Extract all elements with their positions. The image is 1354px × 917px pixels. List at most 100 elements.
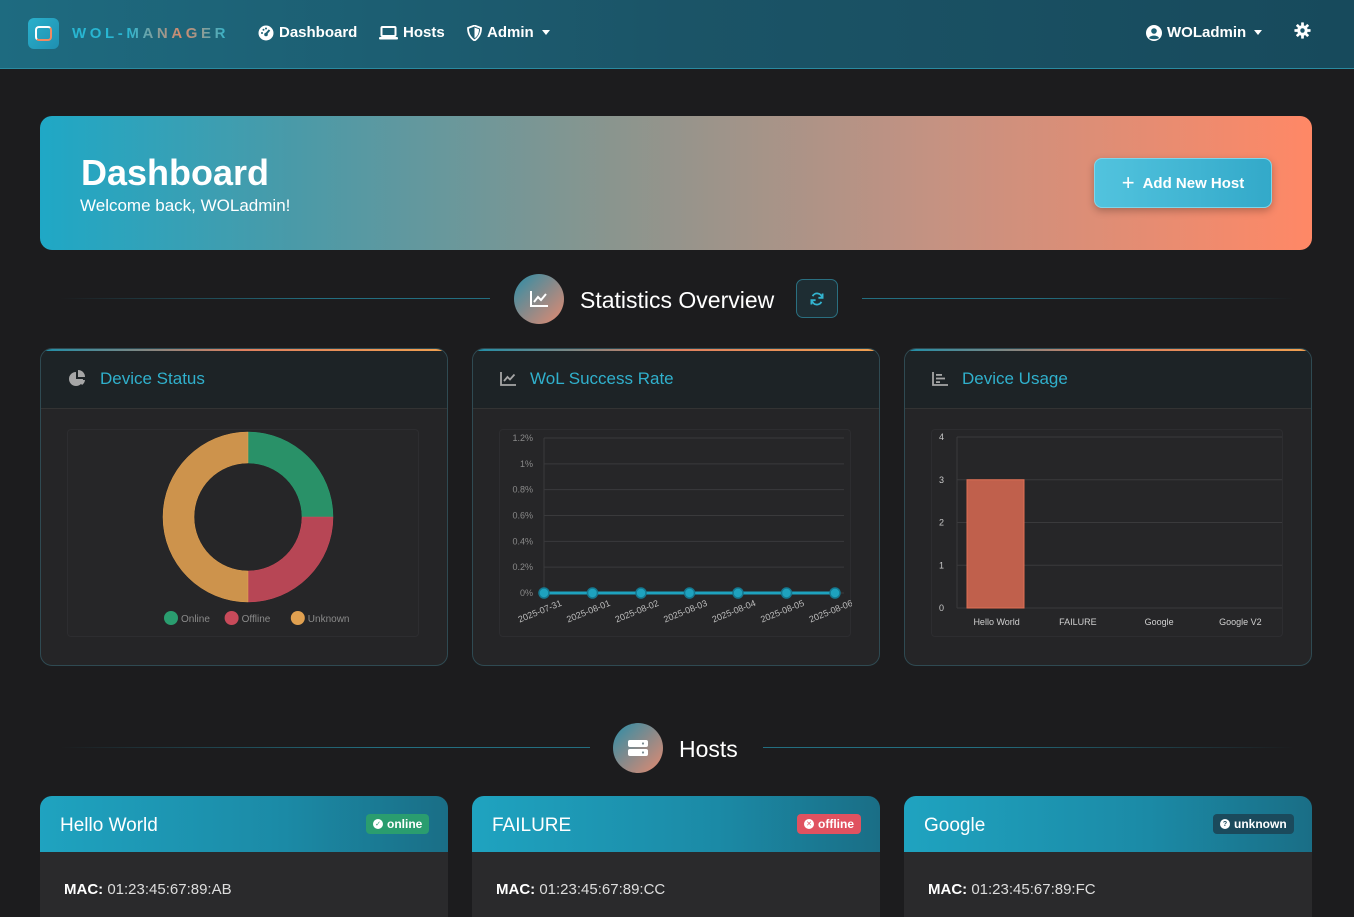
data-point bbox=[538, 587, 550, 599]
bar-chart-icon bbox=[932, 372, 948, 386]
device-usage-title: Device Usage bbox=[962, 368, 1068, 388]
section-divider bbox=[763, 747, 1294, 748]
gear-icon bbox=[1294, 22, 1311, 39]
dashboard-hero: Dashboard Welcome back, WOLadmin! + Add … bbox=[40, 116, 1312, 250]
mac-value: 01:23:45:67:89:AB bbox=[107, 881, 232, 898]
status-badge: ? unknown bbox=[1213, 814, 1294, 834]
x-tick-label: 2025-07-31 bbox=[517, 598, 563, 625]
brand-logo-icon bbox=[28, 18, 59, 49]
y-tick-label: 0.2% bbox=[512, 562, 533, 572]
nav-admin-label: Admin bbox=[487, 24, 534, 41]
nav-hosts-label: Hosts bbox=[403, 24, 445, 41]
host-name: FAILURE bbox=[492, 815, 572, 836]
x-circle-icon: ✕ bbox=[804, 819, 814, 829]
host-name: Hello World bbox=[60, 815, 158, 836]
host-mac: MAC: 01:23:45:67:89:CC bbox=[496, 881, 665, 898]
brand-name: WOL-MANAGER bbox=[72, 25, 230, 42]
device-usage-card: Device Usage 0 1 2 3 4 Hello World FAILURE Goog… bbox=[904, 348, 1312, 666]
device-status-title: Device Status bbox=[100, 368, 205, 388]
y-tick-label: 1% bbox=[520, 459, 533, 469]
wol-success-rate-chart: 0% 0.2% 0.4% 0.6% 0.8% 1% 1.2% 2025-07-31 2025-0… bbox=[499, 429, 854, 637]
host-mac: MAC: 01:23:45:67:89:AB bbox=[64, 881, 232, 898]
legend-swatch bbox=[290, 611, 305, 625]
host-card[interactable]: Google ? unknown MAC: 01:23:45:67:89:FC bbox=[904, 796, 1312, 917]
host-name: Google bbox=[924, 815, 986, 836]
x-tick-label: 2025-08-01 bbox=[565, 598, 611, 625]
legend-label: Online bbox=[181, 614, 210, 625]
x-tick-label: Google bbox=[1145, 617, 1174, 627]
wol-success-rate-card: WoL Success Rate 0% 0.2% 0.4% 0.6% 0.8% 1% 1.2… bbox=[472, 348, 880, 666]
x-tick-label: 2025-08-05 bbox=[759, 598, 805, 625]
data-point bbox=[732, 587, 744, 599]
bar-chart: 0 1 2 3 4 Hello World FAILURE Google Google V2 bbox=[939, 432, 1282, 627]
mac-label: MAC: bbox=[64, 881, 104, 898]
section-divider bbox=[862, 298, 1294, 299]
add-new-host-button[interactable]: + Add New Host bbox=[1094, 158, 1272, 208]
donut-slice-unknown bbox=[162, 431, 249, 603]
data-point bbox=[635, 587, 647, 599]
nav-dashboard-label: Dashboard bbox=[279, 24, 358, 41]
navbar: WOL-MANAGER Dashboard Hosts Admin WOLadm… bbox=[0, 0, 1354, 69]
y-tick-label: 0.6% bbox=[512, 511, 533, 521]
host-card-header: Google ? unknown bbox=[904, 796, 1312, 852]
y-tick-label: 0% bbox=[520, 588, 533, 598]
x-tick-label: FAILURE bbox=[1059, 617, 1097, 627]
nav-admin-dropdown[interactable]: Admin bbox=[467, 24, 550, 41]
legend-label: Unknown bbox=[308, 614, 350, 625]
device-status-card: Device Status Online Offline Unknown bbox=[40, 348, 448, 666]
x-tick-label: Hello World bbox=[973, 617, 1019, 627]
host-card-header: Hello World ✓ online bbox=[40, 796, 448, 852]
line-chart: 0%0.2%0.4%0.6%0.8%1%1.2%2025-07-31 2025-0… bbox=[512, 433, 854, 625]
status-badge: ✓ online bbox=[366, 814, 430, 834]
chevron-down-icon bbox=[1254, 30, 1263, 35]
donut-slice-online bbox=[247, 431, 334, 518]
legend-swatch bbox=[164, 611, 178, 625]
host-mac: MAC: 01:23:45:67:89:FC bbox=[928, 881, 1096, 898]
status-badge-label: offline bbox=[818, 817, 854, 831]
y-tick-label: 3 bbox=[939, 475, 944, 485]
legend-label: Offline bbox=[242, 614, 271, 625]
brand[interactable]: WOL-MANAGER bbox=[28, 18, 229, 49]
data-point bbox=[586, 587, 599, 599]
card-header: WoL Success Rate bbox=[473, 349, 879, 409]
mac-value: 01:23:45:67:89:FC bbox=[971, 881, 1096, 898]
host-card[interactable]: Hello World ✓ online MAC: 01:23:45:67:89… bbox=[40, 796, 448, 917]
x-tick-label: 2025-08-03 bbox=[662, 598, 708, 625]
donut-slice-offline bbox=[247, 516, 334, 603]
status-badge: ✕ offline bbox=[797, 814, 861, 834]
section-divider bbox=[60, 298, 490, 299]
refresh-stats-button[interactable] bbox=[796, 279, 838, 318]
user-name: WOLadmin bbox=[1167, 24, 1247, 41]
y-tick-label: 0 bbox=[939, 603, 944, 613]
y-tick-label: 1.2% bbox=[512, 433, 533, 443]
pie-chart-icon bbox=[69, 370, 85, 386]
settings-button[interactable] bbox=[1294, 22, 1311, 44]
gauge-icon bbox=[258, 25, 274, 40]
host-card[interactable]: FAILURE ✕ offline MAC: 01:23:45:67:89:CC bbox=[472, 796, 880, 917]
page-title: Dashboard bbox=[81, 152, 270, 193]
y-tick-label: 4 bbox=[939, 432, 944, 442]
y-tick-label: 0.4% bbox=[512, 536, 533, 546]
bar-hello-world bbox=[966, 479, 1025, 609]
mac-label: MAC: bbox=[496, 881, 536, 898]
mac-label: MAC: bbox=[928, 881, 968, 898]
chart-line-icon bbox=[514, 274, 564, 324]
mac-value: 01:23:45:67:89:CC bbox=[539, 881, 666, 898]
nav-dashboard[interactable]: Dashboard bbox=[258, 24, 357, 41]
card-header: Device Usage bbox=[905, 349, 1311, 409]
chevron-down-icon bbox=[541, 30, 550, 35]
server-icon bbox=[613, 723, 663, 773]
donut-chart: Online Offline Unknown bbox=[162, 431, 350, 625]
section-divider bbox=[60, 747, 590, 748]
data-point bbox=[780, 587, 793, 599]
nav-hosts[interactable]: Hosts bbox=[379, 24, 445, 41]
statistics-overview-title: Statistics Overview bbox=[580, 287, 775, 313]
question-circle-icon: ? bbox=[1220, 819, 1230, 829]
user-menu[interactable]: WOLadmin bbox=[1146, 24, 1263, 41]
host-card-header: FAILURE ✕ offline bbox=[472, 796, 880, 852]
x-tick-label: Google V2 bbox=[1219, 617, 1262, 627]
data-point bbox=[683, 587, 696, 599]
data-point bbox=[829, 587, 841, 599]
check-circle-icon: ✓ bbox=[373, 819, 383, 829]
legend-swatch bbox=[224, 611, 239, 625]
